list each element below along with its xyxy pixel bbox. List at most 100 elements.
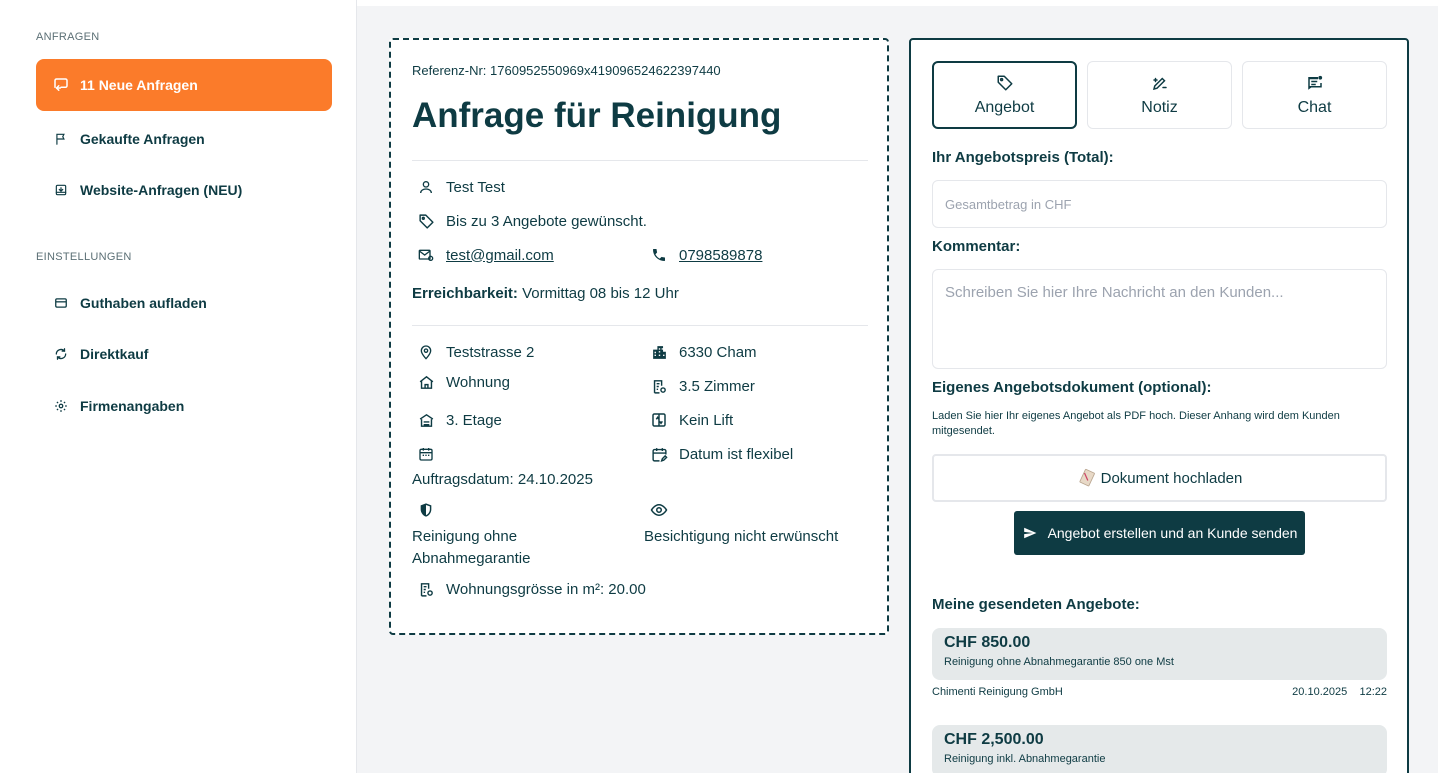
shield-icon (416, 500, 436, 520)
apartment-size: Wohnungsgrösse in m²: 20.00 (446, 580, 646, 598)
sidebar-item-label: Website-Anfragen (NEU) (80, 182, 243, 198)
document-label: Eigenes Angebotsdokument (optional): (932, 379, 1212, 396)
calendar-icon (416, 444, 436, 464)
send-icon (1022, 526, 1038, 540)
phone-icon (649, 245, 669, 265)
comment-label: Kommentar: (932, 238, 1021, 255)
tab-chat[interactable]: Chat (1242, 61, 1387, 129)
floor-row: 3. Etage (416, 410, 502, 430)
phone-row: 0798589878 (649, 245, 762, 265)
tab-label: Chat (1297, 99, 1332, 116)
send-label: Angebot erstellen und an Kunde senden (1047, 525, 1298, 541)
sidebar-item-label: Firmenangaben (80, 398, 185, 414)
price-label: Ihr Angebotspreis (Total): (932, 149, 1114, 166)
rooms: 3.5 Zimmer (679, 377, 755, 395)
offer-date: 20.10.2025 (1292, 686, 1348, 698)
phone-link[interactable]: 0798589878 (679, 247, 762, 264)
offer-price: CHF 850.00 (944, 634, 1031, 651)
offer-panel: Angebot Notiz Chat Ihr Angebotspreis (To… (909, 38, 1409, 773)
paperclip-icon (1077, 468, 1097, 488)
sidebar-item-label: Guthaben aufladen (80, 295, 207, 311)
customer-name-row: Test Test (416, 177, 505, 197)
tag-icon (416, 211, 436, 231)
building-gear-icon (416, 579, 436, 599)
eye-icon (649, 500, 669, 520)
tab-label: Angebot (974, 99, 1035, 116)
availability-row: Erreichbarkeit: Vormittag 08 bis 12 Uhr (412, 285, 679, 302)
document-help-text: Laden Sie hier Ihr eigenes Angebot als P… (932, 410, 1340, 437)
sent-offers-title: Meine gesendeten Angebote: (932, 596, 1140, 613)
elevator-icon (649, 410, 669, 430)
order-date: Auftragsdatum: 24.10.2025 (412, 471, 593, 488)
property-type-row: Wohnung (416, 372, 510, 392)
sidebar-item-top-up-credit[interactable]: Guthaben aufladen (36, 277, 332, 329)
reference-number: Referenz-Nr: 1760952550969x4190965246223… (412, 63, 721, 78)
tab-label: Notiz (1141, 99, 1178, 116)
offer-timestamp: 20.10.2025 12:22 (1292, 686, 1387, 698)
offer-company: Chimenti Reinigung GmbH (932, 686, 1063, 698)
date-flexible: Datum ist flexibel (679, 445, 794, 463)
customer-name: Test Test (446, 178, 505, 196)
lift: Kein Lift (679, 411, 734, 429)
send-offer-button[interactable]: Angebot erstellen und an Kunde senden (1014, 511, 1305, 555)
gear-icon (52, 397, 70, 415)
sidebar-item-direct-purchase[interactable]: Direktkauf (36, 328, 332, 380)
request-detail-card: Referenz-Nr: 1760952550969x4190965246223… (389, 38, 889, 635)
tab-note[interactable]: Notiz (1087, 61, 1232, 129)
lift-row: Kein Lift (649, 410, 733, 430)
credit-card-icon (52, 294, 70, 312)
divider (412, 325, 868, 326)
offers-wanted: Bis zu 3 Angebote gewünscht. (446, 212, 647, 230)
flag-icon (52, 130, 70, 148)
offer-time: 12:22 (1359, 686, 1387, 698)
offer-description: Reinigung inkl. Abnahmegarantie (944, 753, 1106, 765)
guarantee: Reinigung ohne Abnahmegarantie (412, 528, 531, 567)
user-icon (416, 177, 436, 197)
sent-offer-meta: Chimenti Reinigung GmbH 20.10.2025 12:22 (932, 686, 1387, 698)
section-title-requests: ANFRAGEN (36, 31, 100, 43)
street: Teststrasse 2 (446, 343, 535, 361)
tag-icon (995, 73, 1015, 93)
size-row: Wohnungsgrösse in m²: 20.00 (416, 579, 646, 599)
tab-offer[interactable]: Angebot (932, 61, 1077, 129)
sidebar-item-label: Direktkauf (80, 346, 149, 362)
upload-label: Dokument hochladen (1100, 469, 1243, 487)
pencil-note-icon (1150, 73, 1170, 93)
offers-wanted-row: Bis zu 3 Angebote gewünscht. (416, 211, 647, 231)
sidebar-item-new-requests[interactable]: 11 Neue Anfragen (36, 59, 332, 111)
city-buildings-icon (649, 342, 669, 362)
calendar-edit-icon (649, 444, 669, 464)
comment-textarea[interactable] (932, 269, 1387, 369)
city-row: 6330 Cham (649, 342, 757, 362)
sidebar-item-company-info[interactable]: Firmenangaben (36, 380, 332, 432)
offer-price: CHF 2,500.00 (944, 731, 1044, 748)
availability-label: Erreichbarkeit: (412, 285, 518, 302)
sent-offer-card[interactable]: CHF 850.00 Reinigung ohne Abnahmegaranti… (932, 628, 1387, 680)
sidebar-item-label: Gekaufte Anfragen (80, 131, 205, 147)
date-flexible-row: Datum ist flexibel (649, 444, 793, 464)
sidebar: ANFRAGEN 11 Neue Anfragen Gekaufte Anfra… (0, 0, 357, 773)
email-link[interactable]: test@gmail.com (446, 247, 554, 264)
city: 6330 Cham (679, 343, 757, 361)
availability-value: Vormittag 08 bis 12 Uhr (522, 285, 679, 302)
section-title-settings: EINSTELLUNGEN (36, 251, 132, 263)
chat-icon (1305, 73, 1325, 93)
mail-icon (416, 245, 436, 265)
house-icon (416, 372, 436, 392)
price-input[interactable] (932, 180, 1387, 228)
inbox-icon (52, 181, 70, 199)
street-row: Teststrasse 2 (416, 342, 534, 362)
chat-arrow-icon (52, 76, 70, 94)
sidebar-item-purchased-requests[interactable]: Gekaufte Anfragen (36, 113, 332, 165)
refresh-icon (52, 345, 70, 363)
divider (412, 160, 868, 161)
property-type: Wohnung (446, 373, 510, 391)
floor-icon (416, 410, 436, 430)
upload-document-button[interactable]: Dokument hochladen (932, 454, 1387, 502)
sidebar-item-website-requests[interactable]: Website-Anfragen (NEU) (36, 164, 332, 216)
offer-description: Reinigung ohne Abnahmegarantie 850 one M… (944, 656, 1174, 668)
rooms-row: 3.5 Zimmer (649, 376, 755, 396)
inspection: Besichtigung nicht erwünscht (644, 528, 839, 545)
top-bar (357, 0, 1438, 6)
sent-offer-card[interactable]: CHF 2,500.00 Reinigung inkl. Abnahmegara… (932, 725, 1387, 773)
